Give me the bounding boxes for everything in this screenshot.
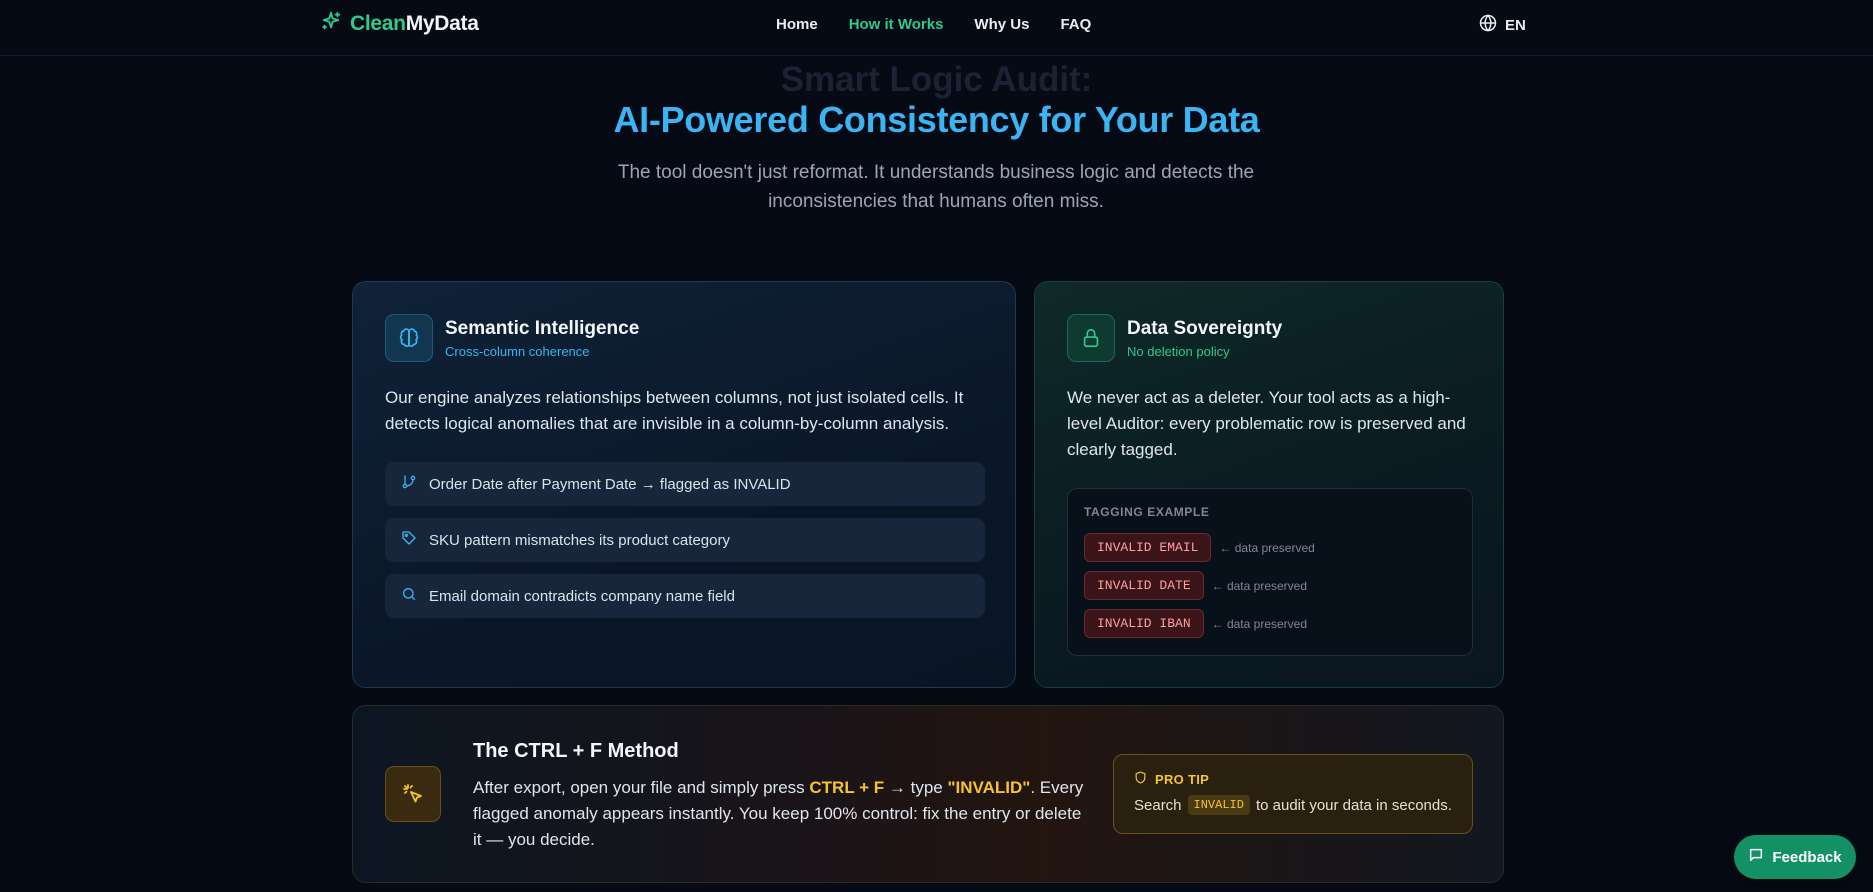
card-kicker: No deletion policy <box>1127 344 1230 359</box>
search-icon <box>401 586 417 606</box>
nav-link-home[interactable]: Home <box>776 16 818 33</box>
feedback-label: Feedback <box>1772 848 1842 866</box>
hero-subtitle: The tool doesn't just reformat. It under… <box>617 162 1255 212</box>
hero-title: AI-Powered Consistency for Your Data <box>613 99 1260 140</box>
pro-tip-box: PRO TIP Search INVALID to audit your dat… <box>1113 754 1473 834</box>
feedback-button[interactable]: Feedback <box>1734 835 1856 879</box>
example-text: Order Date after Payment Date → flagged … <box>429 475 791 493</box>
tag-icon <box>401 530 417 550</box>
nav-link-faq[interactable]: FAQ <box>1060 16 1091 33</box>
ctrl-f-key: CTRL + F <box>809 778 885 797</box>
logo-mydata: MyData <box>405 12 479 35</box>
card-title: Semantic Intelligence <box>445 318 640 339</box>
tag-row: INVALID DATE ← data preserved <box>1084 571 1307 600</box>
lock-icon <box>1067 314 1115 362</box>
logo-clean: Clean <box>350 12 406 35</box>
top-nav: CleanMyData Home How it Works Why Us FAQ… <box>0 0 1873 56</box>
shield-icon <box>1134 771 1147 787</box>
tag-note: ← data preserved <box>1211 616 1308 631</box>
example-item: SKU pattern mismatches its product categ… <box>385 518 985 562</box>
tag-note: ← data preserved <box>1219 540 1315 555</box>
logo[interactable]: CleanMyData <box>320 10 479 38</box>
semantic-intelligence-card: Semantic Intelligence Cross-column coher… <box>352 281 1016 688</box>
sparkle-icon <box>320 10 342 38</box>
nav-links: Home How it Works Why Us FAQ <box>776 16 1091 33</box>
card-header: Semantic Intelligence Cross-column coher… <box>385 314 639 362</box>
globe-icon <box>1479 14 1497 36</box>
invalid-code-chip: INVALID <box>1187 795 1250 815</box>
card-title: Data Sovereignty <box>1127 318 1283 339</box>
tagging-example-box: TAGGING EXAMPLE INVALID EMAIL ← data pre… <box>1067 488 1473 656</box>
tag-note: ← data preserved <box>1211 578 1308 593</box>
cursor-click-icon <box>385 766 441 822</box>
tag-row: INVALID IBAN ← data preserved <box>1084 609 1307 638</box>
language-selector[interactable]: EN <box>1479 14 1526 36</box>
ctrl-f-title: The CTRL + F Method <box>473 740 679 762</box>
hero-faded-heading: Smart Logic Audit: <box>780 60 1093 99</box>
card-body: We never act as a deleter. Your tool act… <box>1067 388 1466 459</box>
tagging-example-title: TAGGING EXAMPLE <box>1084 505 1210 519</box>
pro-tip-title: PRO TIP <box>1134 771 1209 787</box>
data-sovereignty-card: Data Sovereignty No deletion policy We n… <box>1034 281 1504 688</box>
nav-link-how-it-works[interactable]: How it Works <box>849 16 944 33</box>
chat-icon <box>1748 847 1764 867</box>
pro-tip-text: Search INVALID to audit your data in sec… <box>1134 795 1452 815</box>
card-header: Data Sovereignty No deletion policy <box>1067 314 1282 362</box>
example-item: Email domain contradicts company name fi… <box>385 574 985 618</box>
git-branch-icon <box>401 474 417 494</box>
invalid-tag: INVALID DATE <box>1084 571 1204 600</box>
ctrl-f-body: After export, open your file and simply … <box>473 778 1084 849</box>
ctrl-f-method-card: The CTRL + F Method After export, open y… <box>352 705 1504 883</box>
nav-link-why-us[interactable]: Why Us <box>974 16 1029 33</box>
invalid-tag: INVALID IBAN <box>1084 609 1204 638</box>
example-text: SKU pattern mismatches its product categ… <box>429 531 730 549</box>
card-body: Our engine analyzes relationships betwee… <box>385 388 964 433</box>
example-text: Email domain contradicts company name fi… <box>429 587 735 605</box>
invalid-keyword: "INVALID" <box>947 778 1031 797</box>
example-item: Order Date after Payment Date → flagged … <box>385 462 985 506</box>
card-kicker: Cross-column coherence <box>445 344 590 359</box>
language-label: EN <box>1505 16 1526 34</box>
tag-row: INVALID EMAIL ← data preserved <box>1084 533 1315 562</box>
invalid-tag: INVALID EMAIL <box>1084 533 1212 562</box>
brain-icon <box>385 314 433 362</box>
